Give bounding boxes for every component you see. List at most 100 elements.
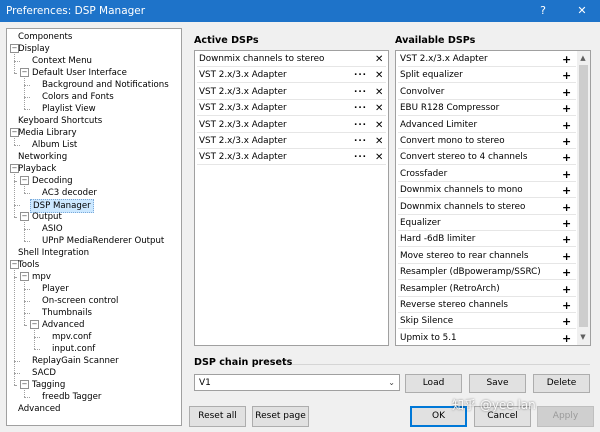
- tree-item[interactable]: Networking: [7, 151, 181, 163]
- add-dsp-icon[interactable]: +: [562, 282, 571, 297]
- chevron-down-icon[interactable]: ⌄: [388, 378, 395, 387]
- add-dsp-icon[interactable]: +: [562, 167, 571, 182]
- available-dsp-row[interactable]: Crossfader +: [398, 167, 576, 182]
- active-dsp-row[interactable]: VST 2.x/3.x Adapter... ✕: [197, 150, 386, 166]
- available-dsp-row[interactable]: Equalizer +: [398, 216, 576, 231]
- tree-item[interactable]: Context Menu: [7, 55, 181, 67]
- active-dsp-row[interactable]: VST 2.x/3.x Adapter... ✕: [197, 118, 386, 133]
- tree-item[interactable]: Advanced: [7, 403, 181, 415]
- available-dsp-row[interactable]: Resampler (RetroArch) +: [398, 282, 576, 297]
- tree-item[interactable]: Thumbnails: [7, 307, 181, 319]
- apply-button[interactable]: Apply: [537, 406, 594, 427]
- remove-dsp-icon[interactable]: ✕: [375, 150, 383, 165]
- remove-dsp-icon[interactable]: ✕: [375, 85, 383, 100]
- tree-item[interactable]: − Media Library: [7, 127, 181, 139]
- tree-item[interactable]: − Playback: [7, 163, 181, 175]
- collapse-toggle-icon[interactable]: −: [20, 272, 29, 281]
- remove-dsp-icon[interactable]: ✕: [375, 52, 383, 67]
- active-dsps-list[interactable]: Downmix channels to stereo ✕ VST 2.x/3.x A…: [194, 50, 389, 346]
- available-dsp-row[interactable]: Reverse stereo channels +: [398, 298, 576, 313]
- add-dsp-icon[interactable]: +: [562, 101, 571, 116]
- remove-dsp-icon[interactable]: ✕: [375, 118, 383, 133]
- scrollbar-thumb[interactable]: [579, 65, 588, 327]
- load-preset-button[interactable]: Load: [405, 374, 462, 393]
- available-dsp-row[interactable]: Downmix channels to mono +: [398, 183, 576, 199]
- tree-item[interactable]: AC3 decoder: [7, 187, 181, 199]
- tree-item[interactable]: Colors and Fonts: [7, 91, 181, 103]
- configure-dsp-button[interactable]: ...: [354, 99, 367, 114]
- available-dsp-row[interactable]: Skip Silence +: [398, 314, 576, 330]
- available-dsp-row[interactable]: Downmix channels to stereo +: [398, 200, 576, 215]
- add-dsp-icon[interactable]: +: [562, 52, 571, 67]
- available-dsp-row[interactable]: EBU R128 Compressor +: [398, 101, 576, 117]
- tree-item[interactable]: Background and Notifications: [7, 79, 181, 91]
- tree-item[interactable]: − Tools: [7, 259, 181, 271]
- tree-item[interactable]: ReplayGain Scanner: [7, 355, 181, 367]
- configure-dsp-button[interactable]: ...: [354, 132, 367, 147]
- tree-item[interactable]: UPnP MediaRenderer Output: [7, 235, 181, 247]
- available-dsp-row[interactable]: Move stereo to rear channels +: [398, 249, 576, 264]
- tree-item[interactable]: Shell Integration: [7, 247, 181, 259]
- configure-dsp-button[interactable]: ...: [354, 116, 367, 131]
- tree-item[interactable]: input.conf: [7, 343, 181, 355]
- add-dsp-icon[interactable]: +: [562, 134, 571, 149]
- tree-item[interactable]: − Default User Interface: [7, 67, 181, 79]
- scroll-up-arrow-icon[interactable]: ▲: [577, 52, 589, 64]
- available-dsps-list[interactable]: ▲ ▼ VST 2.x/3.x Adapter + Split equalizer +…: [395, 50, 591, 346]
- tree-item[interactable]: mpv.conf: [7, 331, 181, 343]
- add-dsp-icon[interactable]: +: [562, 150, 571, 165]
- active-dsp-row[interactable]: VST 2.x/3.x Adapter... ✕: [197, 99, 386, 117]
- tree-item[interactable]: − Advanced: [7, 319, 181, 331]
- scroll-down-arrow-icon[interactable]: ▼: [577, 331, 589, 343]
- add-dsp-icon[interactable]: +: [562, 118, 571, 133]
- collapse-toggle-icon[interactable]: −: [20, 68, 29, 77]
- tree-item[interactable]: − Output: [7, 211, 181, 223]
- configure-dsp-button[interactable]: ...: [354, 83, 367, 98]
- active-dsp-row[interactable]: VST 2.x/3.x Adapter... ✕: [197, 85, 386, 100]
- available-dsp-row[interactable]: Upmix to 5.1 +: [398, 331, 576, 345]
- reset-page-button[interactable]: Reset page: [252, 406, 309, 427]
- available-dsp-row[interactable]: Convert mono to stereo +: [398, 134, 576, 149]
- tree-item[interactable]: freedb Tagger: [7, 391, 181, 403]
- add-dsp-icon[interactable]: +: [562, 249, 571, 264]
- close-button[interactable]: ✕: [572, 2, 592, 20]
- available-dsp-row[interactable]: Resampler (dBpoweramp/SSRC) +: [398, 265, 576, 281]
- collapse-toggle-icon[interactable]: −: [20, 212, 29, 221]
- add-dsp-icon[interactable]: +: [562, 68, 571, 83]
- add-dsp-icon[interactable]: +: [562, 200, 571, 215]
- tree-item[interactable]: DSP Manager: [7, 199, 181, 213]
- save-preset-button[interactable]: Save: [469, 374, 526, 393]
- available-dsps-scrollbar[interactable]: ▲ ▼: [577, 51, 590, 345]
- remove-dsp-icon[interactable]: ✕: [375, 101, 383, 116]
- active-dsp-row[interactable]: Downmix channels to stereo ✕: [197, 52, 386, 67]
- active-dsp-row[interactable]: VST 2.x/3.x Adapter... ✕: [197, 134, 386, 149]
- add-dsp-icon[interactable]: +: [562, 298, 571, 313]
- tree-item[interactable]: Playlist View: [7, 103, 181, 115]
- active-dsp-row[interactable]: VST 2.x/3.x Adapter... ✕: [197, 68, 386, 84]
- tree-item[interactable]: Keyboard Shortcuts: [7, 115, 181, 127]
- help-button[interactable]: ?: [533, 2, 553, 20]
- tree-item[interactable]: − Decoding: [7, 175, 181, 187]
- remove-dsp-icon[interactable]: ✕: [375, 134, 383, 149]
- available-dsp-row[interactable]: Hard -6dB limiter +: [398, 232, 576, 248]
- add-dsp-icon[interactable]: +: [562, 85, 571, 100]
- add-dsp-icon[interactable]: +: [562, 265, 571, 280]
- tree-item[interactable]: − mpv: [7, 271, 181, 283]
- tree-item[interactable]: − Tagging: [7, 379, 181, 391]
- tree-item[interactable]: Player: [7, 283, 181, 295]
- available-dsp-row[interactable]: Convolver +: [398, 85, 576, 100]
- tree-item[interactable]: SACD: [7, 367, 181, 379]
- presets-combobox[interactable]: V1 ⌄: [194, 374, 400, 391]
- reset-all-button[interactable]: Reset all: [189, 406, 246, 427]
- tree-item[interactable]: On-screen control: [7, 295, 181, 307]
- add-dsp-icon[interactable]: +: [562, 232, 571, 247]
- remove-dsp-icon[interactable]: ✕: [375, 68, 383, 83]
- tree-item[interactable]: Components: [7, 31, 181, 43]
- available-dsp-row[interactable]: Advanced Limiter +: [398, 118, 576, 133]
- available-dsp-row[interactable]: Split equalizer +: [398, 68, 576, 84]
- collapse-toggle-icon[interactable]: −: [20, 380, 29, 389]
- collapse-toggle-icon[interactable]: −: [30, 320, 39, 329]
- add-dsp-icon[interactable]: +: [562, 183, 571, 198]
- delete-preset-button[interactable]: Delete: [533, 374, 590, 393]
- tree-item[interactable]: ASIO: [7, 223, 181, 235]
